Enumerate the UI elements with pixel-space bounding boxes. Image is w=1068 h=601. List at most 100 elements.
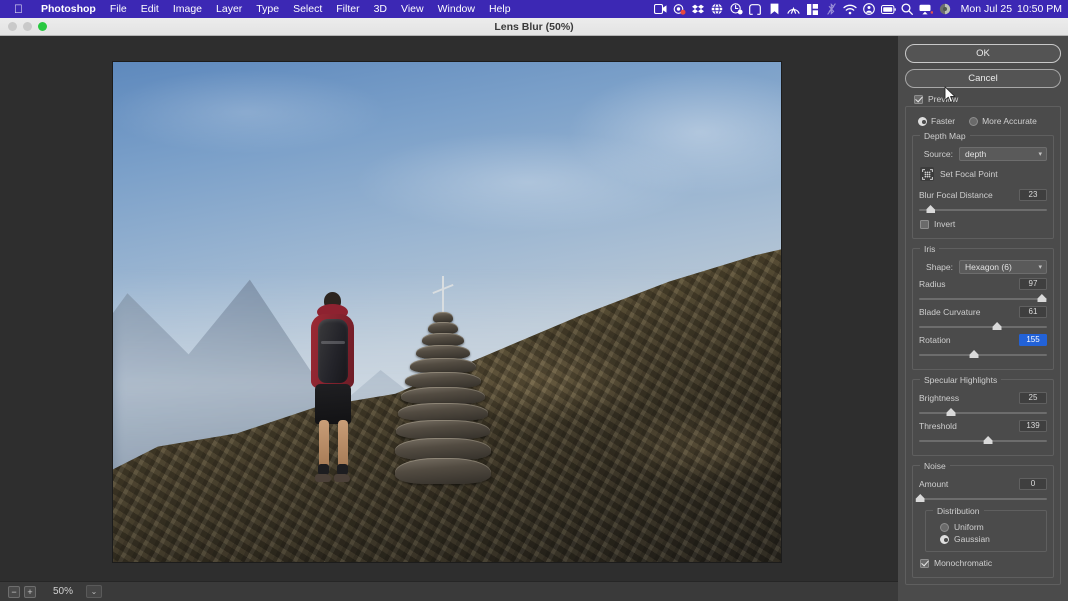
minimize-button[interactable] [23, 22, 32, 31]
blur-focal-distance-track[interactable] [919, 205, 1047, 214]
slider-knob[interactable] [946, 408, 956, 416]
user-account-icon[interactable] [861, 0, 878, 18]
radius-track[interactable] [919, 294, 1047, 303]
radius-header: Radius 97 [919, 278, 1047, 290]
maximize-button[interactable] [38, 22, 47, 31]
ok-button[interactable]: OK [905, 44, 1061, 63]
noise-amount-slider[interactable]: Amount 0 [915, 478, 1047, 503]
nordvpn-icon[interactable] [785, 0, 802, 18]
threshold-value[interactable]: 139 [1019, 420, 1047, 432]
render-quality-radios: Faster More Accurate [918, 116, 1054, 126]
rotation-track[interactable] [919, 350, 1047, 359]
lens-blur-settings-panel: OK Cancel Preview Faster More Accurate D… [898, 36, 1068, 601]
uniform-option[interactable]: Uniform [940, 522, 1040, 532]
menubar-clock[interactable]: Mon Jul 25 10:50 PM [961, 3, 1062, 15]
preview-checkbox[interactable] [914, 94, 923, 104]
camera-badge-icon[interactable] [671, 0, 688, 18]
brightness-slider[interactable]: Brightness 25 [919, 392, 1047, 417]
control-center-icon[interactable] [937, 0, 954, 18]
menu-item-view[interactable]: View [394, 0, 431, 18]
slider-knob[interactable] [983, 436, 993, 444]
hiker-boot-right [334, 474, 350, 482]
rotation-value[interactable]: 155 [1019, 334, 1047, 346]
screenshot-frame-icon[interactable] [747, 0, 764, 18]
gaussian-radio[interactable] [940, 534, 949, 544]
monochromatic-checkbox-row[interactable]: Monochromatic [920, 558, 1047, 568]
brightness-track[interactable] [919, 408, 1047, 417]
blur-focal-distance-slider[interactable]: Blur Focal Distance 23 [919, 189, 1047, 214]
search-icon[interactable] [899, 0, 916, 18]
slider-knob[interactable] [992, 322, 1002, 330]
preview-canvas[interactable] [113, 62, 781, 562]
set-focal-point-label[interactable]: Set Focal Point [940, 169, 998, 179]
invert-checkbox-row[interactable]: Invert [920, 219, 1047, 229]
menu-item-window[interactable]: Window [431, 0, 482, 18]
slider-knob[interactable] [926, 205, 936, 213]
radius-value[interactable]: 97 [1019, 278, 1047, 290]
invert-label: Invert [934, 219, 956, 229]
cairn-rock [410, 358, 476, 373]
set-focal-point-row[interactable]: Set Focal Point [920, 167, 1047, 181]
iris-group: Iris Shape: Hexagon (6) ▾ Radius 97 Blad… [912, 244, 1054, 370]
faster-radio[interactable] [918, 116, 927, 126]
slider-rail [919, 354, 1047, 356]
threshold-slider[interactable]: Threshold 139 [919, 420, 1047, 445]
bookmark-icon[interactable] [766, 0, 783, 18]
menu-item-image[interactable]: Image [166, 0, 209, 18]
gaussian-option[interactable]: Gaussian [940, 534, 1040, 544]
clock-badge-icon[interactable] [728, 0, 745, 18]
uniform-radio[interactable] [940, 522, 949, 532]
menu-item-select[interactable]: Select [286, 0, 329, 18]
menu-item-type[interactable]: Type [249, 0, 286, 18]
source-select[interactable]: depth ▾ [959, 147, 1047, 161]
chevron-down-icon[interactable]: ⌄ [86, 585, 102, 598]
workspace: − + 50% ⌄ [0, 36, 898, 601]
more-accurate-radio[interactable] [969, 116, 979, 126]
bluetooth-off-icon[interactable] [823, 0, 840, 18]
zoom-out-button[interactable]: − [8, 585, 20, 598]
menu-item-edit[interactable]: Edit [134, 0, 166, 18]
blur-focal-distance-value[interactable]: 23 [1019, 189, 1047, 201]
invert-checkbox[interactable] [920, 219, 929, 229]
noise-amount-value[interactable]: 0 [1019, 478, 1047, 490]
rotation-slider[interactable]: Rotation 155 [919, 334, 1047, 359]
menu-item-help[interactable]: Help [482, 0, 518, 18]
blade-curvature-slider[interactable]: Blade Curvature 61 [919, 306, 1047, 331]
wifi-icon[interactable] [842, 0, 859, 18]
menu-item-file[interactable]: File [103, 0, 134, 18]
faster-option[interactable]: Faster [918, 116, 955, 126]
slider-rail [919, 498, 1047, 500]
blade-curvature-header: Blade Curvature 61 [919, 306, 1047, 318]
brightness-value[interactable]: 25 [1019, 392, 1047, 404]
more-accurate-option[interactable]: More Accurate [969, 116, 1037, 126]
dropbox-icon[interactable] [690, 0, 707, 18]
apple-logo-icon[interactable]:  [14, 3, 23, 15]
slider-knob[interactable] [1037, 294, 1047, 302]
source-label: Source: [923, 149, 953, 159]
preview-checkbox-row[interactable]: Preview [914, 94, 1061, 104]
menu-item-layer[interactable]: Layer [209, 0, 249, 18]
shape-select[interactable]: Hexagon (6) ▾ [959, 260, 1047, 274]
screen-recording-icon[interactable] [652, 0, 669, 18]
globe-icon[interactable] [709, 0, 726, 18]
cancel-button[interactable]: Cancel [905, 69, 1061, 88]
airplay-icon[interactable] [918, 0, 935, 18]
noise-amount-track[interactable] [915, 494, 1047, 503]
menu-item-filter[interactable]: Filter [329, 0, 366, 18]
battery-icon[interactable] [880, 0, 897, 18]
threshold-track[interactable] [919, 436, 1047, 445]
blade-curvature-value[interactable]: 61 [1019, 306, 1047, 318]
radius-slider[interactable]: Radius 97 [919, 278, 1047, 303]
focal-point-grid-icon[interactable] [920, 167, 934, 181]
monochromatic-checkbox[interactable] [920, 558, 929, 568]
zoom-in-button[interactable]: + [24, 585, 36, 598]
distribution-legend: Distribution [933, 506, 984, 516]
blade-curvature-track[interactable] [919, 322, 1047, 331]
slider-knob[interactable] [969, 350, 979, 358]
zoom-level-value[interactable]: 50% [46, 586, 80, 597]
menu-item-photoshop[interactable]: Photoshop [34, 0, 103, 18]
menu-item-3d[interactable]: 3D [367, 0, 394, 18]
slider-knob[interactable] [915, 494, 925, 502]
close-button[interactable] [8, 22, 17, 31]
columns-icon[interactable] [804, 0, 821, 18]
